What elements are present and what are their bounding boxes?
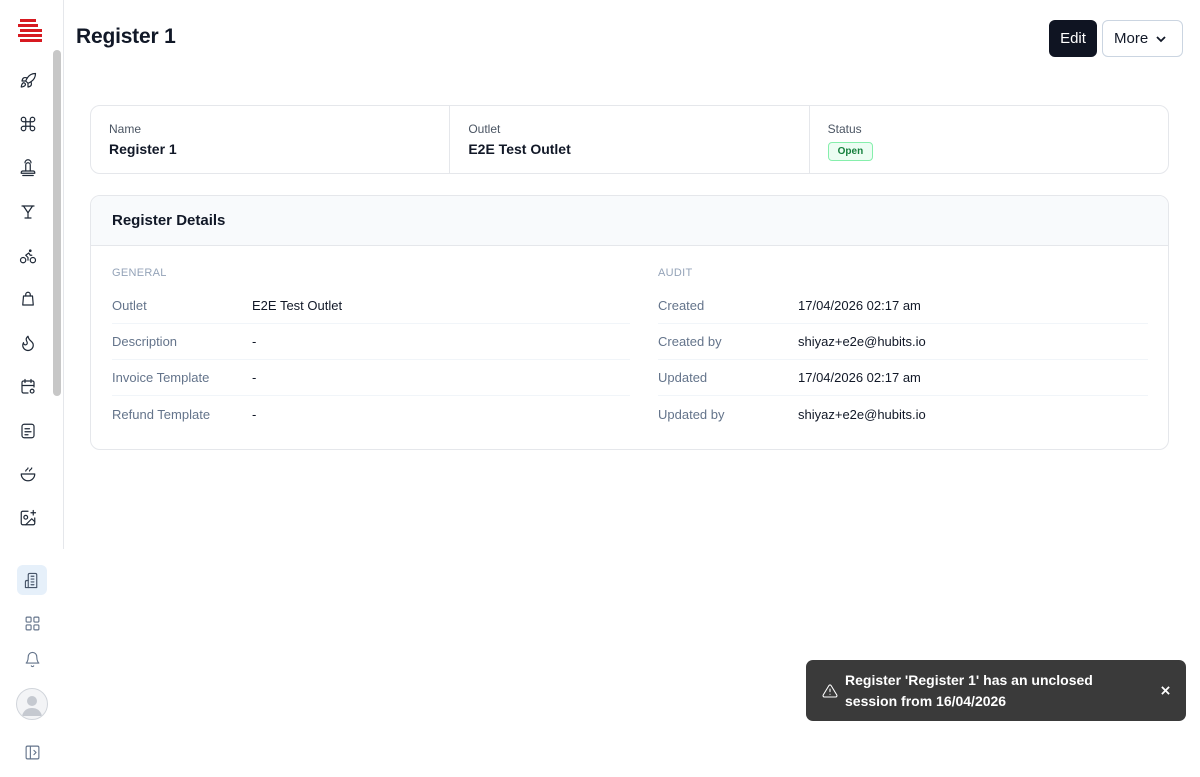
detail-value: - [252,370,257,385]
general-section-title: GENERAL [112,267,167,279]
calendar-settings-icon[interactable] [16,375,40,399]
detail-row: Created 17/04/2026 02:17 am [658,288,1148,324]
command-icon[interactable] [16,112,40,136]
audit-section: AUDIT Created 17/04/2026 02:17 am Create… [658,267,1148,432]
summary-name: Name Register 1 [91,106,451,173]
detail-row: Updated by shiyaz+e2e@hubits.io [658,396,1148,432]
detail-row: Refund Template - [112,396,630,432]
detail-label: Updated by [658,406,725,422]
summary-status-label: Status [827,122,862,136]
bowl-icon[interactable] [16,462,40,486]
flame-icon[interactable] [16,331,40,355]
chevron-down-icon [1156,35,1166,42]
detail-label: Description [112,334,178,349]
receipt-icon[interactable] [16,419,40,443]
building-icon[interactable] [17,565,47,595]
detail-value: 17/04/2026 02:17 am [798,298,921,313]
image-add-icon[interactable] [16,506,40,530]
sidebar [0,0,64,777]
detail-value: shiyaz+e2e@hubits.io [798,334,926,349]
summary-outlet-label: Outlet [468,122,501,136]
detail-value: - [252,334,257,349]
shopping-bag-icon[interactable] [16,287,40,311]
summary-outlet: Outlet E2E Test Outlet [450,106,810,173]
register-details-card: Register Details GENERAL Outlet E2E Test… [90,195,1169,450]
detail-value: shiyaz+e2e@hubits.io [798,406,926,422]
status-badge: Open [827,142,874,161]
more-button-label: More [1114,30,1149,47]
detail-value: E2E Test Outlet [252,298,343,313]
detail-row: Outlet E2E Test Outlet [112,288,630,324]
detail-label: Created by [658,334,722,349]
stamp-icon[interactable] [16,156,40,180]
grid-icon[interactable] [17,608,47,638]
edit-button[interactable]: Edit [1049,20,1097,57]
detail-label: Invoice Template [112,370,210,385]
detail-value: 17/04/2026 02:17 am [798,370,921,385]
warning-icon [822,683,838,699]
sidebar-scrollbar[interactable] [53,50,61,396]
bicycle-icon[interactable] [16,244,40,268]
bell-icon[interactable] [17,644,47,674]
general-section: GENERAL Outlet E2E Test Outlet Descripti… [112,267,630,432]
detail-value: - [252,406,257,422]
rocket-icon[interactable] [16,69,40,93]
summary-name-label: Name [109,122,142,136]
unclosed-session-toast: Register 'Register 1' has an unclosed se… [806,660,1186,721]
cocktail-icon[interactable] [16,200,40,224]
detail-row: Description - [112,324,630,360]
detail-row: Invoice Template - [112,360,630,396]
summary-name-value: Register 1 [109,141,177,157]
detail-row: Created by shiyaz+e2e@hubits.io [658,324,1148,360]
detail-label: Updated [658,370,708,385]
details-title: Register Details [91,196,1168,246]
avatar[interactable] [16,688,48,720]
summary-outlet-value: E2E Test Outlet [468,141,571,157]
close-icon[interactable] [1158,683,1172,697]
detail-label: Outlet [112,298,147,313]
toast-message: Register 'Register 1' has an unclosed se… [845,671,1093,709]
audit-section-title: AUDIT [658,267,693,279]
summary-status: Status Open [810,106,1168,173]
detail-row: Updated 17/04/2026 02:17 am [658,360,1148,396]
detail-label: Created [658,298,705,313]
sidebar-toggle-icon[interactable] [17,737,47,767]
summary-card: Name Register 1 Outlet E2E Test Outlet S… [90,105,1169,174]
detail-label: Refund Template [112,406,211,422]
more-button[interactable]: More [1102,20,1183,57]
page-title: Register 1 [76,25,176,48]
sidebar-nav [0,0,64,549]
brand-logo[interactable] [18,18,44,44]
